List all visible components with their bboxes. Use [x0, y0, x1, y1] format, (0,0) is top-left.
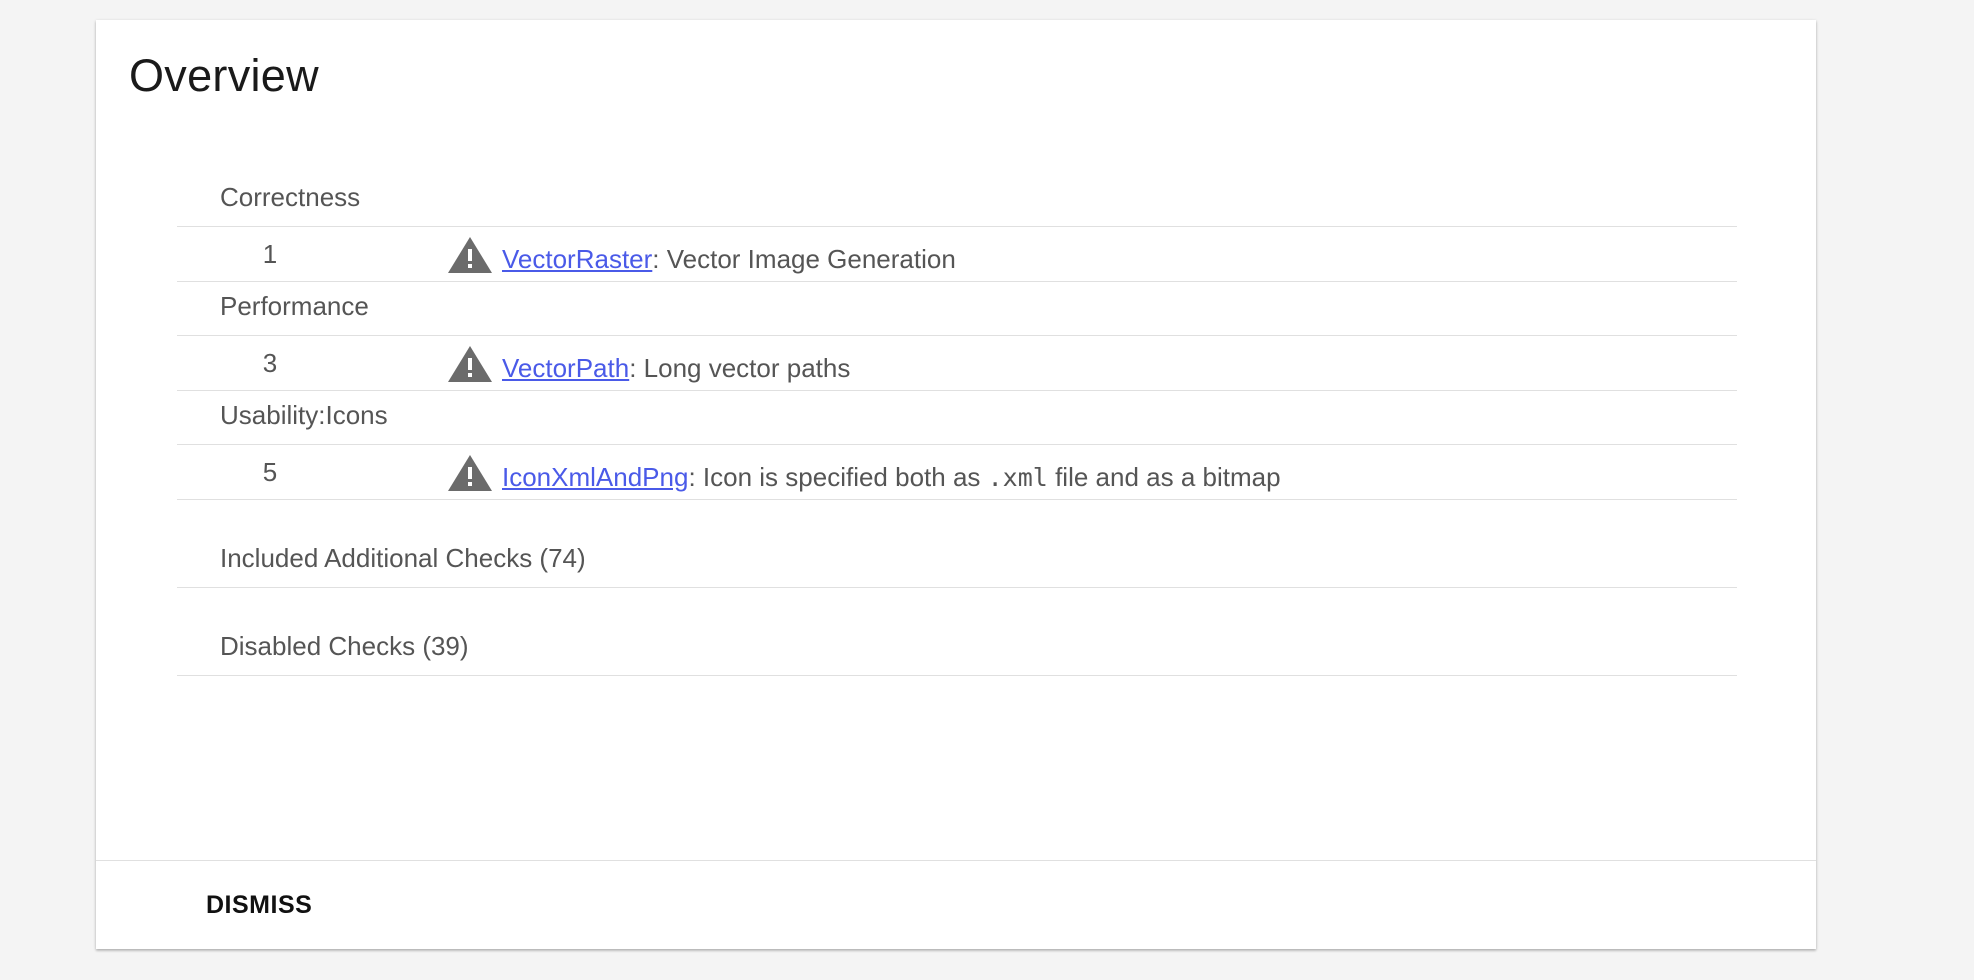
warning-icon [448, 455, 492, 491]
issue-count: 3 [262, 348, 278, 378]
issue-count: 1 [262, 239, 278, 269]
category-row-performance: Performance [177, 291, 1737, 336]
issue-description-after: file and as a bitmap [1047, 462, 1281, 492]
card-title: Overview [129, 50, 319, 101]
issue-description-code: .xml [987, 463, 1048, 492]
included-checks-label[interactable]: Included Additional Checks (74) [220, 543, 586, 574]
issue-row-vectorraster: 1 VectorRaster: Vector Image Generation [177, 227, 1737, 282]
included-checks-row[interactable]: Included Additional Checks (74) [177, 500, 1737, 588]
disabled-checks-row[interactable]: Disabled Checks (39) [177, 588, 1737, 676]
overview-card: Overview Correctness 1 VectorRaster: Vec… [96, 20, 1816, 949]
warning-icon [448, 346, 492, 382]
overview-table: Correctness 1 VectorRaster: Vector Image… [177, 173, 1737, 676]
issue-description-before: Icon is specified both as [702, 462, 988, 492]
dismiss-button[interactable]: DISMISS [206, 891, 312, 920]
warning-icon [448, 237, 492, 273]
issue-text: VectorPath: Long vector paths [502, 353, 850, 384]
issue-link-iconxmlandpng[interactable]: IconXmlAndPng [502, 462, 688, 492]
issue-description: Vector Image Generation [666, 244, 956, 274]
issue-text: IconXmlAndPng: Icon is specified both as… [502, 462, 1281, 493]
category-label: Correctness [220, 182, 361, 212]
issue-row-vectorpath: 3 VectorPath: Long vector paths [177, 336, 1737, 391]
category-label: Performance [220, 291, 369, 321]
issue-separator: : [652, 244, 667, 274]
issue-link-vectorpath[interactable]: VectorPath [502, 353, 629, 383]
category-row-usability-icons: Usability:Icons [177, 400, 1737, 445]
issue-text: VectorRaster: Vector Image Generation [502, 244, 956, 275]
issue-row-iconxmlandpng: 5 IconXmlAndPng: Icon is specified both … [177, 445, 1737, 500]
issue-separator: : [629, 353, 644, 383]
category-row-correctness: Correctness [177, 173, 1737, 227]
issue-separator: : [688, 462, 703, 492]
category-label: Usability:Icons [220, 400, 388, 430]
issue-count: 5 [262, 457, 278, 487]
issue-link-vectorraster[interactable]: VectorRaster [502, 244, 652, 274]
disabled-checks-label[interactable]: Disabled Checks (39) [220, 631, 469, 662]
issue-description: Long vector paths [643, 353, 851, 383]
card-footer: DISMISS [96, 860, 1816, 949]
